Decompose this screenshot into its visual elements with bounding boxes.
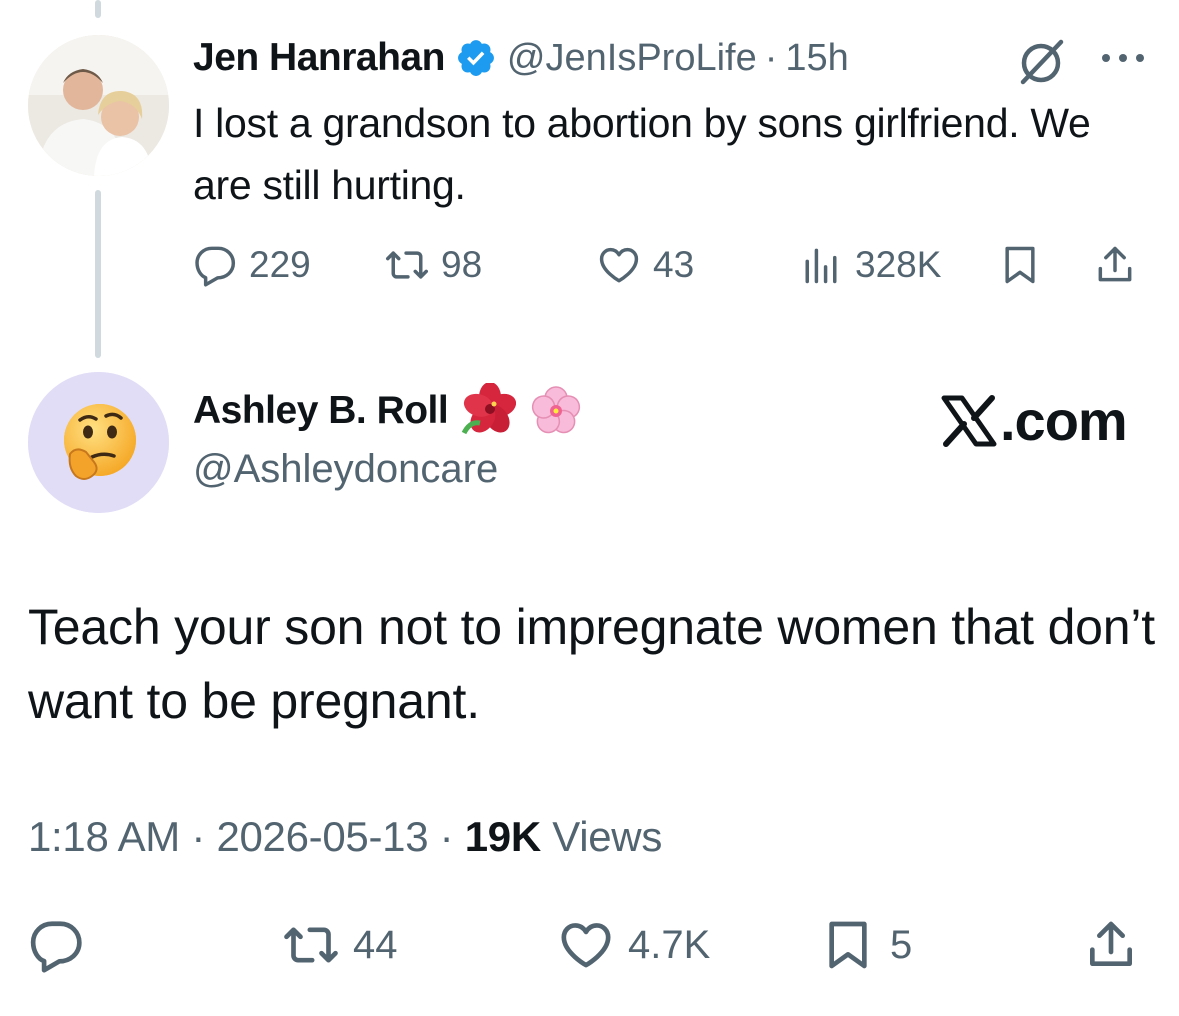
bookmark-button[interactable] xyxy=(998,240,1054,290)
reply-icon xyxy=(30,921,82,973)
tweet-date[interactable]: 2026-05-13 xyxy=(216,813,428,860)
cherry-blossom-icon xyxy=(532,386,581,434)
share-icon xyxy=(1090,921,1132,966)
parent-tweet-header: Jen Hanrahan @JenIsProLife · 15h xyxy=(193,30,849,86)
separator-dot: · xyxy=(191,813,206,860)
main-action-bar: 44 4.7K 5 xyxy=(28,915,1153,975)
like-icon xyxy=(599,247,639,283)
parent-time[interactable]: 15h xyxy=(785,37,848,80)
like-count: 43 xyxy=(653,244,695,285)
like-button[interactable]: 43 xyxy=(597,240,694,290)
repost-count: 44 xyxy=(353,922,398,967)
parent-author-name[interactable]: Jen Hanrahan xyxy=(193,36,445,80)
repost-count: 98 xyxy=(441,244,483,285)
views-button[interactable]: 328K xyxy=(799,240,941,290)
thread-line xyxy=(95,190,101,358)
jen-avatar[interactable] xyxy=(28,35,169,176)
hibiscus-icon xyxy=(461,383,517,435)
reply-button[interactable]: 229 xyxy=(193,240,311,290)
reply-button[interactable] xyxy=(28,915,98,975)
thread-line-top xyxy=(95,0,101,18)
views-count: 19K xyxy=(464,813,541,860)
repost-icon xyxy=(284,927,338,963)
main-handle[interactable]: @Ashleydoncare xyxy=(193,447,498,492)
repost-icon xyxy=(386,251,428,279)
repost-button[interactable]: 98 xyxy=(385,240,482,290)
x-logo-icon xyxy=(941,394,997,447)
thinking-face-icon xyxy=(28,372,169,513)
repost-button[interactable]: 44 xyxy=(283,915,398,975)
x-com-watermark: .com xyxy=(940,388,1128,453)
bookmark-icon xyxy=(829,921,867,969)
separator-dot: · xyxy=(439,813,454,860)
main-author-name[interactable]: Ashley B. Roll xyxy=(193,389,449,433)
views-icon xyxy=(805,248,837,284)
reply-count: 229 xyxy=(249,244,311,285)
views-label: Views xyxy=(552,813,663,860)
parent-action-bar: 229 98 43 328K xyxy=(193,240,1153,290)
main-tweet-text: Teach your son not to impregnate women t… xyxy=(28,599,1155,729)
like-button[interactable]: 4.7K xyxy=(558,915,710,975)
separator-dot: · xyxy=(764,36,778,79)
views-count: 328K xyxy=(855,244,942,285)
reply-icon xyxy=(195,246,236,287)
like-count: 4.7K xyxy=(628,922,711,967)
bookmark-button[interactable]: 5 xyxy=(820,915,912,975)
verified-badge-icon xyxy=(457,40,494,76)
parent-handle[interactable]: @JenIsProLife xyxy=(507,37,757,80)
bookmark-icon xyxy=(1005,246,1035,284)
tweet-meta: 1:18 AM · 2026-05-13 · 19K Views xyxy=(28,813,662,861)
share-button[interactable] xyxy=(1093,240,1149,290)
parent-tweet-text: I lost a grandson to abortion by sons gi… xyxy=(193,100,1091,208)
bookmark-count: 5 xyxy=(890,922,913,967)
like-icon xyxy=(561,923,611,968)
share-icon xyxy=(1098,246,1132,282)
share-button[interactable] xyxy=(1083,915,1153,975)
x-com-text: .com xyxy=(1000,389,1128,452)
grok-icon[interactable] xyxy=(1014,34,1068,88)
tweet-time[interactable]: 1:18 AM xyxy=(28,813,180,860)
more-icon[interactable] xyxy=(1098,48,1148,68)
main-tweet-header: Ashley B. Roll xyxy=(193,383,584,439)
ashley-avatar[interactable] xyxy=(28,372,169,513)
